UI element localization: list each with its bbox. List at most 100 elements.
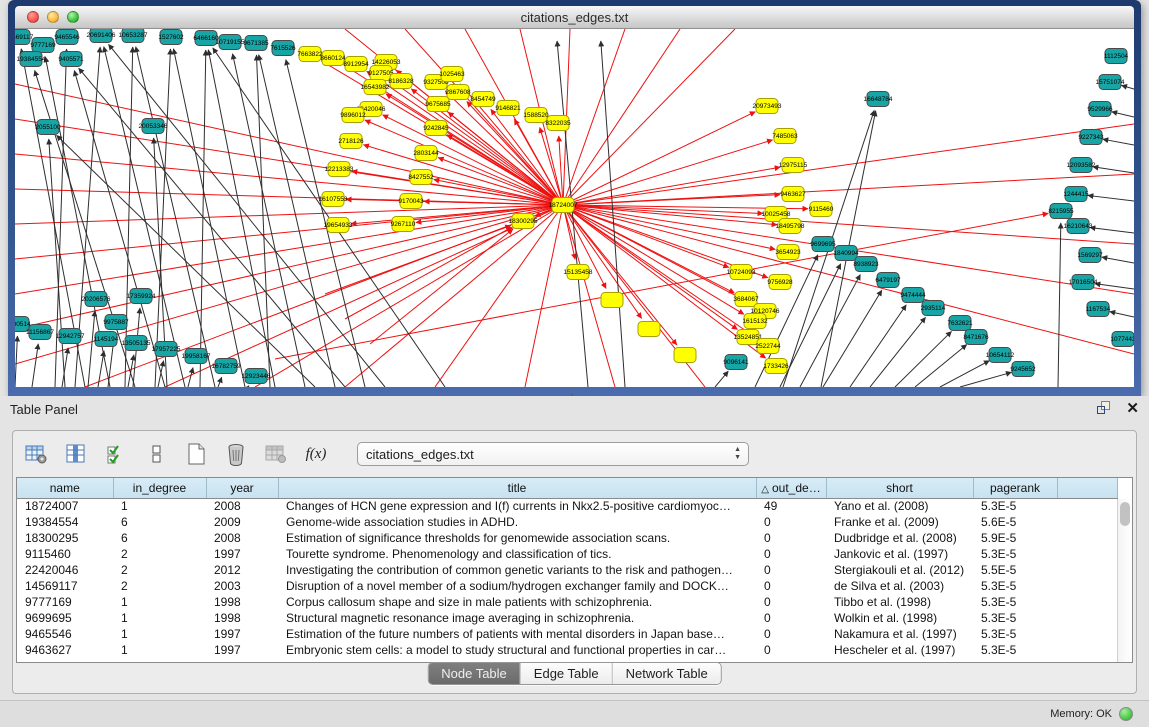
graph-node[interactable]: 17016504 (1069, 275, 1098, 290)
table-cell[interactable]: 2 (113, 578, 206, 594)
column-header-out_de[interactable]: △out_de… (756, 478, 826, 498)
graph-node[interactable]: 12213383 (325, 162, 354, 177)
graph-node[interactable]: 8938923 (853, 257, 879, 272)
minimize-window-icon[interactable] (47, 11, 59, 23)
graph-node[interactable]: 1167534 (1086, 302, 1111, 317)
table-row[interactable]: 2242004622012Investigating the contribut… (17, 562, 1117, 578)
table-cell[interactable]: 0 (756, 546, 826, 562)
table-cell[interactable]: 1 (113, 626, 206, 642)
table-cell[interactable]: 0 (756, 626, 826, 642)
graph-node[interactable]: 9896012 (340, 108, 366, 123)
table-cell[interactable]: 2009 (206, 514, 278, 530)
graph-node[interactable]: 19958167 (182, 349, 211, 364)
graph-node[interactable]: 2522744 (755, 339, 781, 354)
graph-node[interactable]: 12093582 (1067, 158, 1096, 173)
table-cell[interactable]: Dudbridge et al. (2008) (826, 530, 973, 546)
graph-node[interactable]: 19654933 (324, 218, 353, 233)
zoom-window-icon[interactable] (67, 11, 79, 23)
graph-node[interactable]: 15751074 (1096, 75, 1125, 90)
graph-node[interactable]: 9675685 (425, 97, 451, 112)
graph-node[interactable]: 9671385 (243, 36, 269, 51)
citation-edge-black[interactable] (248, 386, 249, 387)
citation-edge-black[interactable] (1112, 112, 1134, 117)
graph-node[interactable]: 3654923 (775, 245, 801, 260)
citation-edge-black[interactable] (1102, 257, 1134, 263)
table-cell[interactable]: Hescheler et al. (1997) (826, 642, 973, 658)
citation-edge-black[interactable] (1088, 195, 1134, 201)
row-options-icon[interactable] (143, 441, 169, 467)
citation-edge-black[interactable] (218, 377, 222, 387)
column-header-name[interactable]: name (17, 478, 113, 498)
table-cell[interactable]: 49 (756, 498, 826, 514)
citation-edge-black[interactable] (1058, 223, 1061, 387)
table-cell[interactable]: 5.3E-5 (973, 578, 1057, 594)
citation-edge-red[interactable] (345, 227, 512, 319)
table-cell[interactable]: Changes of HCN gene expression and I(f) … (278, 498, 756, 514)
graph-node[interactable]: 8912954 (343, 57, 369, 72)
table-cell[interactable]: 5.3E-5 (973, 546, 1057, 562)
tab-node-table[interactable]: Node Table (428, 663, 520, 684)
table-cell[interactable]: 0 (756, 562, 826, 578)
table-cell[interactable]: 19384554 (17, 514, 113, 530)
graph-node[interactable]: 8454749 (470, 92, 496, 107)
table-cell[interactable]: 1998 (206, 594, 278, 610)
graph-node[interactable]: 8660124 (320, 51, 346, 66)
table-cell[interactable]: 1997 (206, 626, 278, 642)
graph-node[interactable]: 8215955 (1048, 204, 1074, 219)
graph-node[interactable]: 2867608 (445, 85, 471, 100)
table-cell[interactable]: Investigating the contribution of common… (278, 562, 756, 578)
graph-node[interactable]: 15135458 (564, 265, 593, 280)
table-cell[interactable]: 1 (113, 498, 206, 514)
graph-node[interactable]: 16648784 (864, 92, 893, 107)
graph-node[interactable]: 1527602 (158, 30, 184, 45)
table-row[interactable]: 946362711997Embryonic stem cells: a mode… (17, 642, 1117, 658)
graph-node[interactable]: 9227343 (1078, 130, 1104, 145)
graph-node[interactable]: 1733426 (763, 359, 789, 374)
graph-node[interactable]: 2055100 (35, 120, 61, 135)
graph-node[interactable]: 9242845 (423, 121, 449, 136)
graph-node[interactable]: 1077443 (1110, 332, 1134, 347)
graph-node[interactable]: 9096141 (723, 355, 749, 370)
graph-node[interactable] (674, 348, 696, 363)
table-cell[interactable]: Structural magnetic resonance image aver… (278, 610, 756, 626)
table-cell[interactable]: 0 (756, 610, 826, 626)
table-cell[interactable]: 5.3E-5 (973, 626, 1057, 642)
table-cell[interactable]: 18300295 (17, 530, 113, 546)
citation-edge-black[interactable] (155, 49, 170, 387)
citation-edge-red[interactable] (563, 124, 1134, 205)
table-cell[interactable]: Tourette syndrome. Phenomenology and cla… (278, 546, 756, 562)
column-header-in_degree[interactable]: in_degree (113, 478, 206, 498)
citation-edge-black[interactable] (557, 41, 588, 387)
graph-node[interactable]: 1244415 (1063, 187, 1089, 202)
table-row[interactable]: 1830029562008Estimation of significance … (17, 530, 1117, 546)
table-cell[interactable]: Stergiakouli et al. (2012) (826, 562, 973, 578)
table-cell[interactable]: 22420046 (17, 562, 113, 578)
graph-node[interactable]: 9146821 (495, 101, 521, 116)
table-cell[interactable]: 1997 (206, 546, 278, 562)
table-cell[interactable]: Nakamura et al. (1997) (826, 626, 973, 642)
graph-node[interactable]: 12942757 (56, 329, 85, 344)
table-row[interactable]: 1456911722003Disruption of a novel membe… (17, 578, 1117, 594)
citation-edge-red[interactable] (370, 229, 513, 344)
graph-node[interactable]: 9529966 (1087, 102, 1113, 117)
graph-node[interactable]: 18724007 (549, 198, 578, 213)
graph-node[interactable]: 13505135 (122, 336, 151, 351)
graph-node[interactable]: 9463627 (780, 187, 806, 202)
citation-edge-black[interactable] (233, 54, 305, 387)
citation-edge-black[interactable] (1110, 312, 1134, 317)
table-cell[interactable]: 9777169 (17, 594, 113, 610)
table-row[interactable]: 1872400712008Changes of HCN gene express… (17, 498, 1117, 514)
table-row[interactable]: 969969511998Structural magnetic resonanc… (17, 610, 1117, 626)
citation-edge-black[interactable] (850, 305, 906, 387)
citation-edge-red[interactable] (255, 205, 563, 387)
table-cell[interactable]: 2 (113, 562, 206, 578)
table-row[interactable]: 1938455462009Genome-wide association stu… (17, 514, 1117, 530)
table-cell[interactable]: 1 (113, 594, 206, 610)
table-cell[interactable]: Embryonic stem cells: a model to study s… (278, 642, 756, 658)
graph-node[interactable]: 1615132 (742, 314, 768, 329)
graph-node[interactable] (601, 293, 623, 308)
table-cell[interactable]: 6 (113, 530, 206, 546)
graph-node[interactable]: 20691406 (87, 29, 116, 43)
table-cell[interactable]: Wolkin et al. (1998) (826, 610, 973, 626)
tab-edge-table[interactable]: Edge Table (520, 663, 612, 684)
